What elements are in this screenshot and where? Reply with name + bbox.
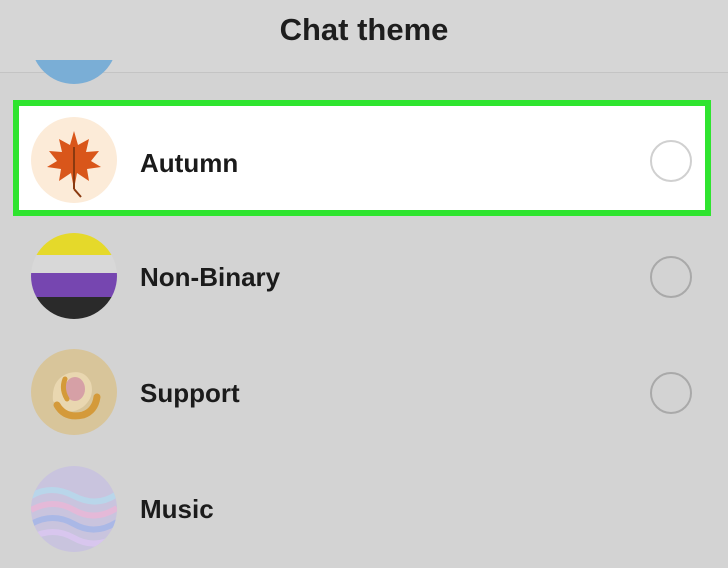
non-binary-flag-icon [31, 233, 117, 319]
theme-label-support: Support [140, 378, 240, 408]
theme-label-autumn: Autumn [140, 148, 239, 178]
maple-leaf-icon [31, 117, 117, 203]
theme-label-non-binary: Non-Binary [140, 262, 281, 292]
support-hands-icon [31, 349, 117, 435]
theme-radio-non-binary[interactable] [650, 256, 692, 298]
theme-radio-autumn[interactable] [650, 140, 692, 182]
page-title: Chat theme [279, 12, 449, 47]
theme-label-music: Music [140, 494, 214, 524]
theme-row-autumn[interactable]: Autumn [13, 100, 711, 216]
theme-radio-support[interactable] [650, 372, 692, 414]
theme-row-support[interactable]: Support [0, 336, 728, 452]
theme-row-non-binary[interactable]: Non-Binary [0, 220, 728, 336]
list-item-partial[interactable] [0, 60, 728, 100]
theme-row-music[interactable]: Music [0, 452, 728, 568]
theme-avatar-partial [31, 60, 117, 84]
music-wave-icon [31, 466, 117, 552]
